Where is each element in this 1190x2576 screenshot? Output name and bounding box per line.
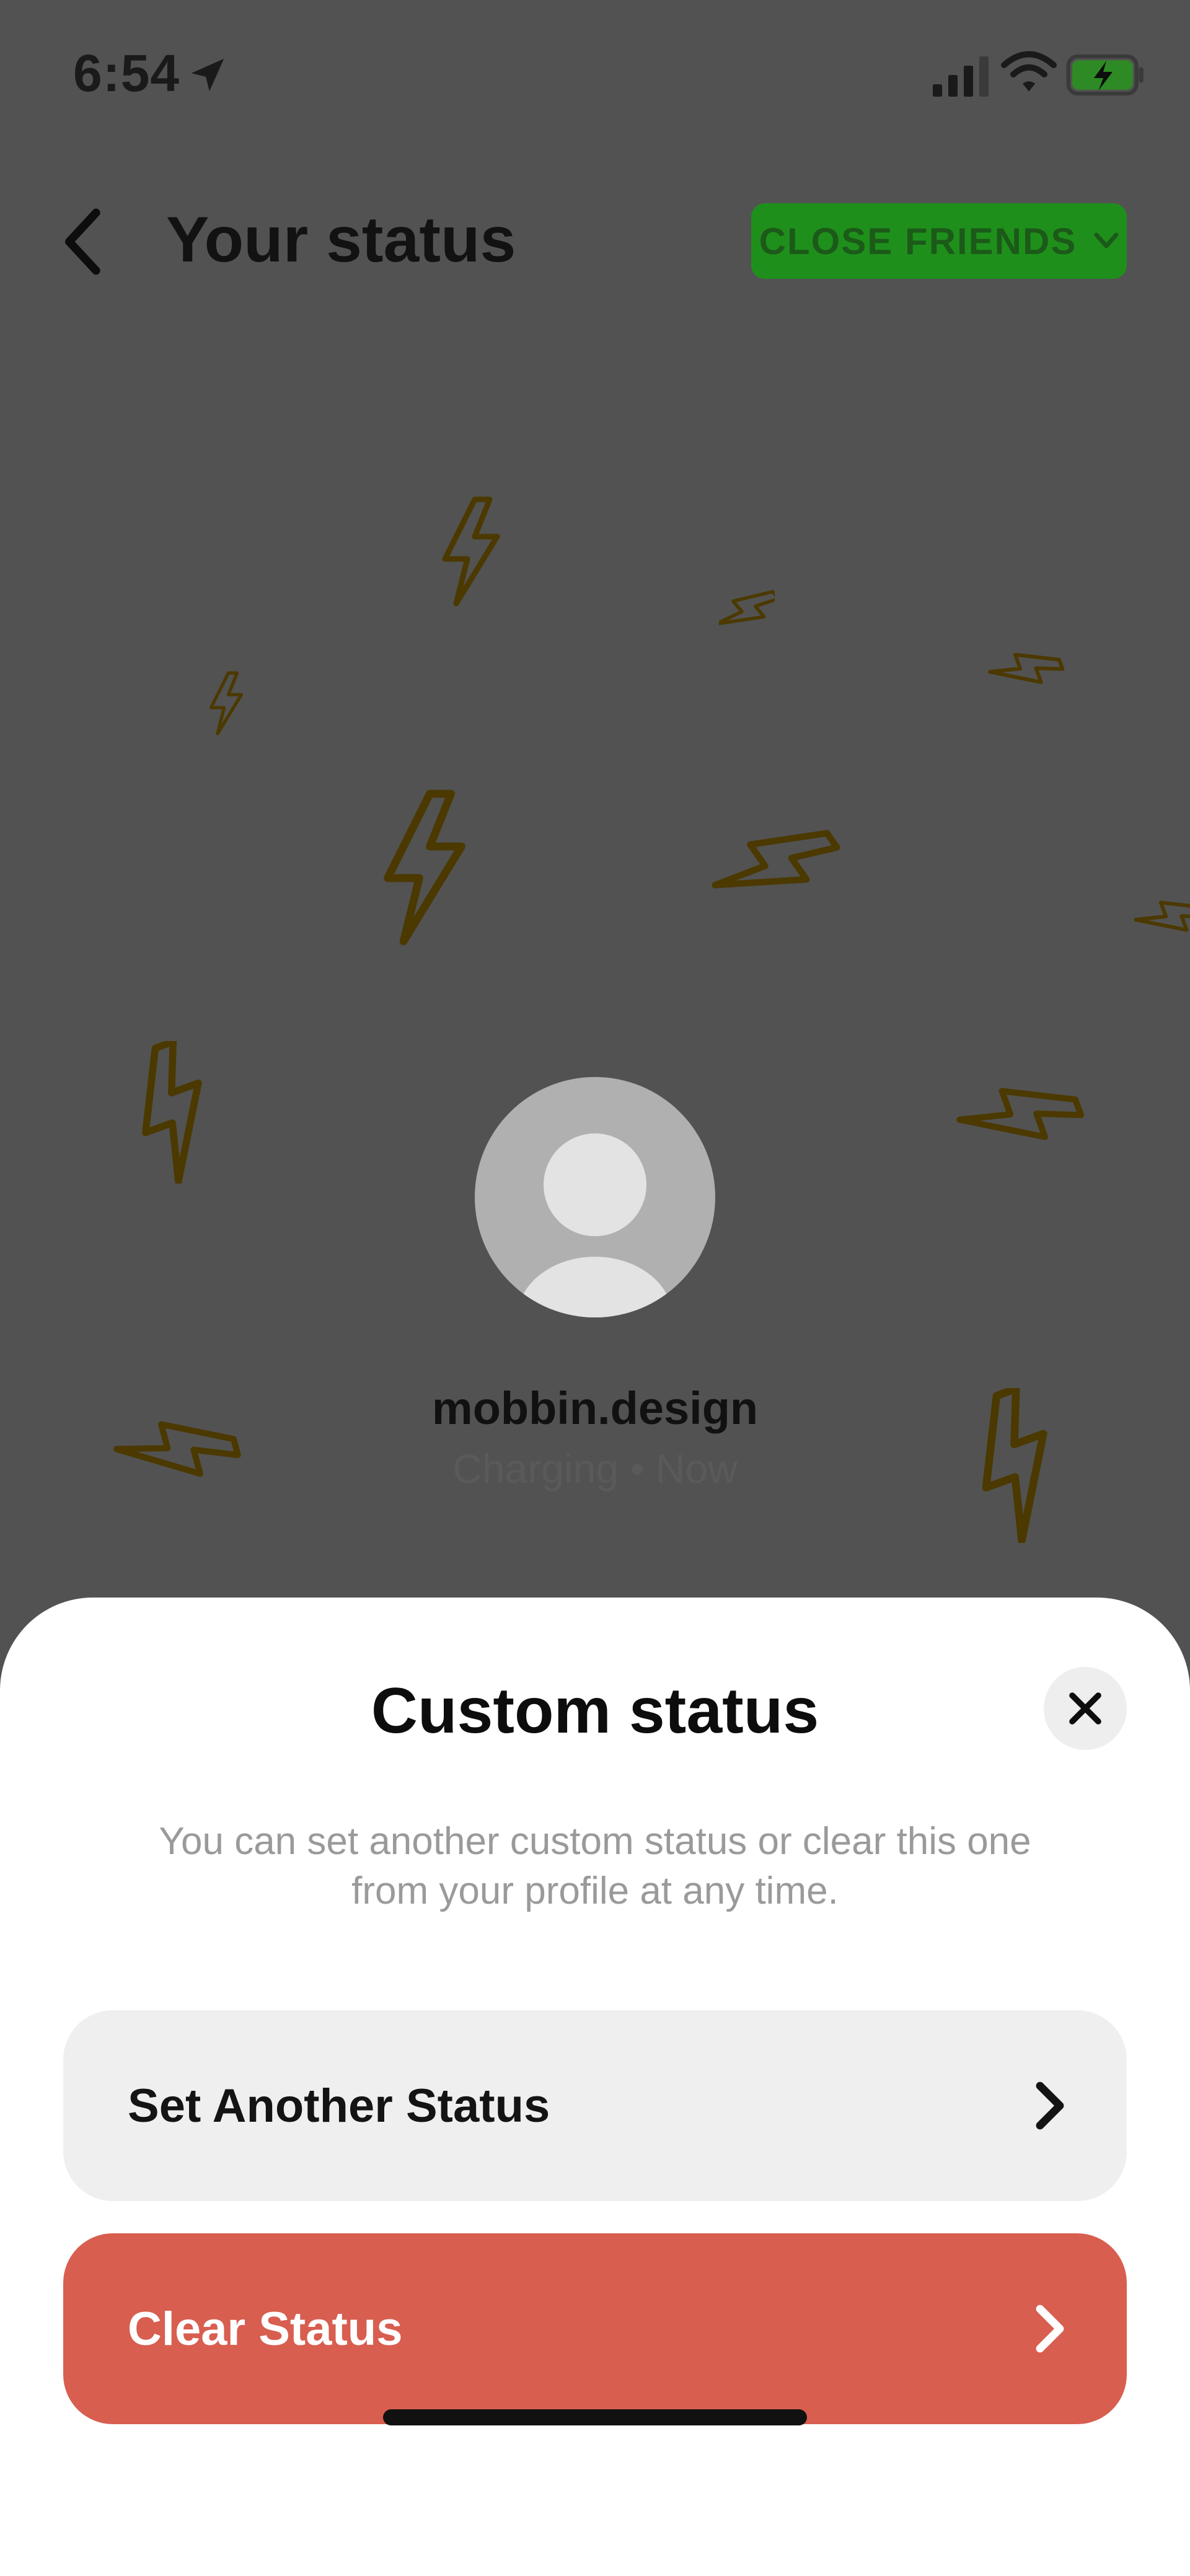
set-another-status-label: Set Another Status	[128, 2079, 550, 2132]
wifi-icon	[1001, 51, 1057, 92]
location-arrow-icon	[191, 58, 224, 92]
separator-dot: •	[630, 1446, 656, 1492]
avatar-head-shape	[544, 1133, 646, 1236]
avatar-body-shape	[517, 1257, 673, 1317]
audience-label: CLOSE FRIENDS	[759, 220, 1077, 262]
page-title: Your status	[166, 204, 516, 276]
screen: 6:54 Your status CLOSE FRIENDS mobbin.de…	[0, 0, 1190, 2576]
status-time: 6:54	[73, 44, 180, 102]
sheet-description: You can set another custom status or cle…	[159, 1820, 1031, 1912]
profile-status-line: Charging • Now	[0, 1445, 1190, 1492]
sheet-title: Custom status	[371, 1675, 819, 1747]
chevron-right-icon	[1036, 2081, 1064, 2130]
set-another-status-button[interactable]: Set Another Status	[63, 2010, 1127, 2201]
home-indicator[interactable]	[383, 2409, 807, 2425]
clear-status-label: Clear Status	[128, 2302, 403, 2355]
avatar	[475, 1077, 715, 1317]
profile-status-text: Charging	[452, 1446, 619, 1492]
profile-username: mobbin.design	[431, 1383, 759, 1434]
chevron-down-icon	[1094, 232, 1119, 248]
close-button[interactable]	[1044, 1667, 1127, 1750]
audience-dropdown-button[interactable]: CLOSE FRIENDS	[751, 203, 1127, 279]
cellular-signal-icon	[933, 56, 989, 97]
profile-status-time: Now	[655, 1446, 738, 1492]
close-icon	[1069, 1692, 1101, 1725]
battery-charging-icon	[1066, 54, 1144, 96]
chevron-right-icon	[1036, 2305, 1064, 2353]
clear-status-button[interactable]: Clear Status	[63, 2233, 1127, 2424]
back-chevron-icon[interactable]	[56, 204, 112, 279]
status-bar: 6:54	[0, 0, 1190, 149]
